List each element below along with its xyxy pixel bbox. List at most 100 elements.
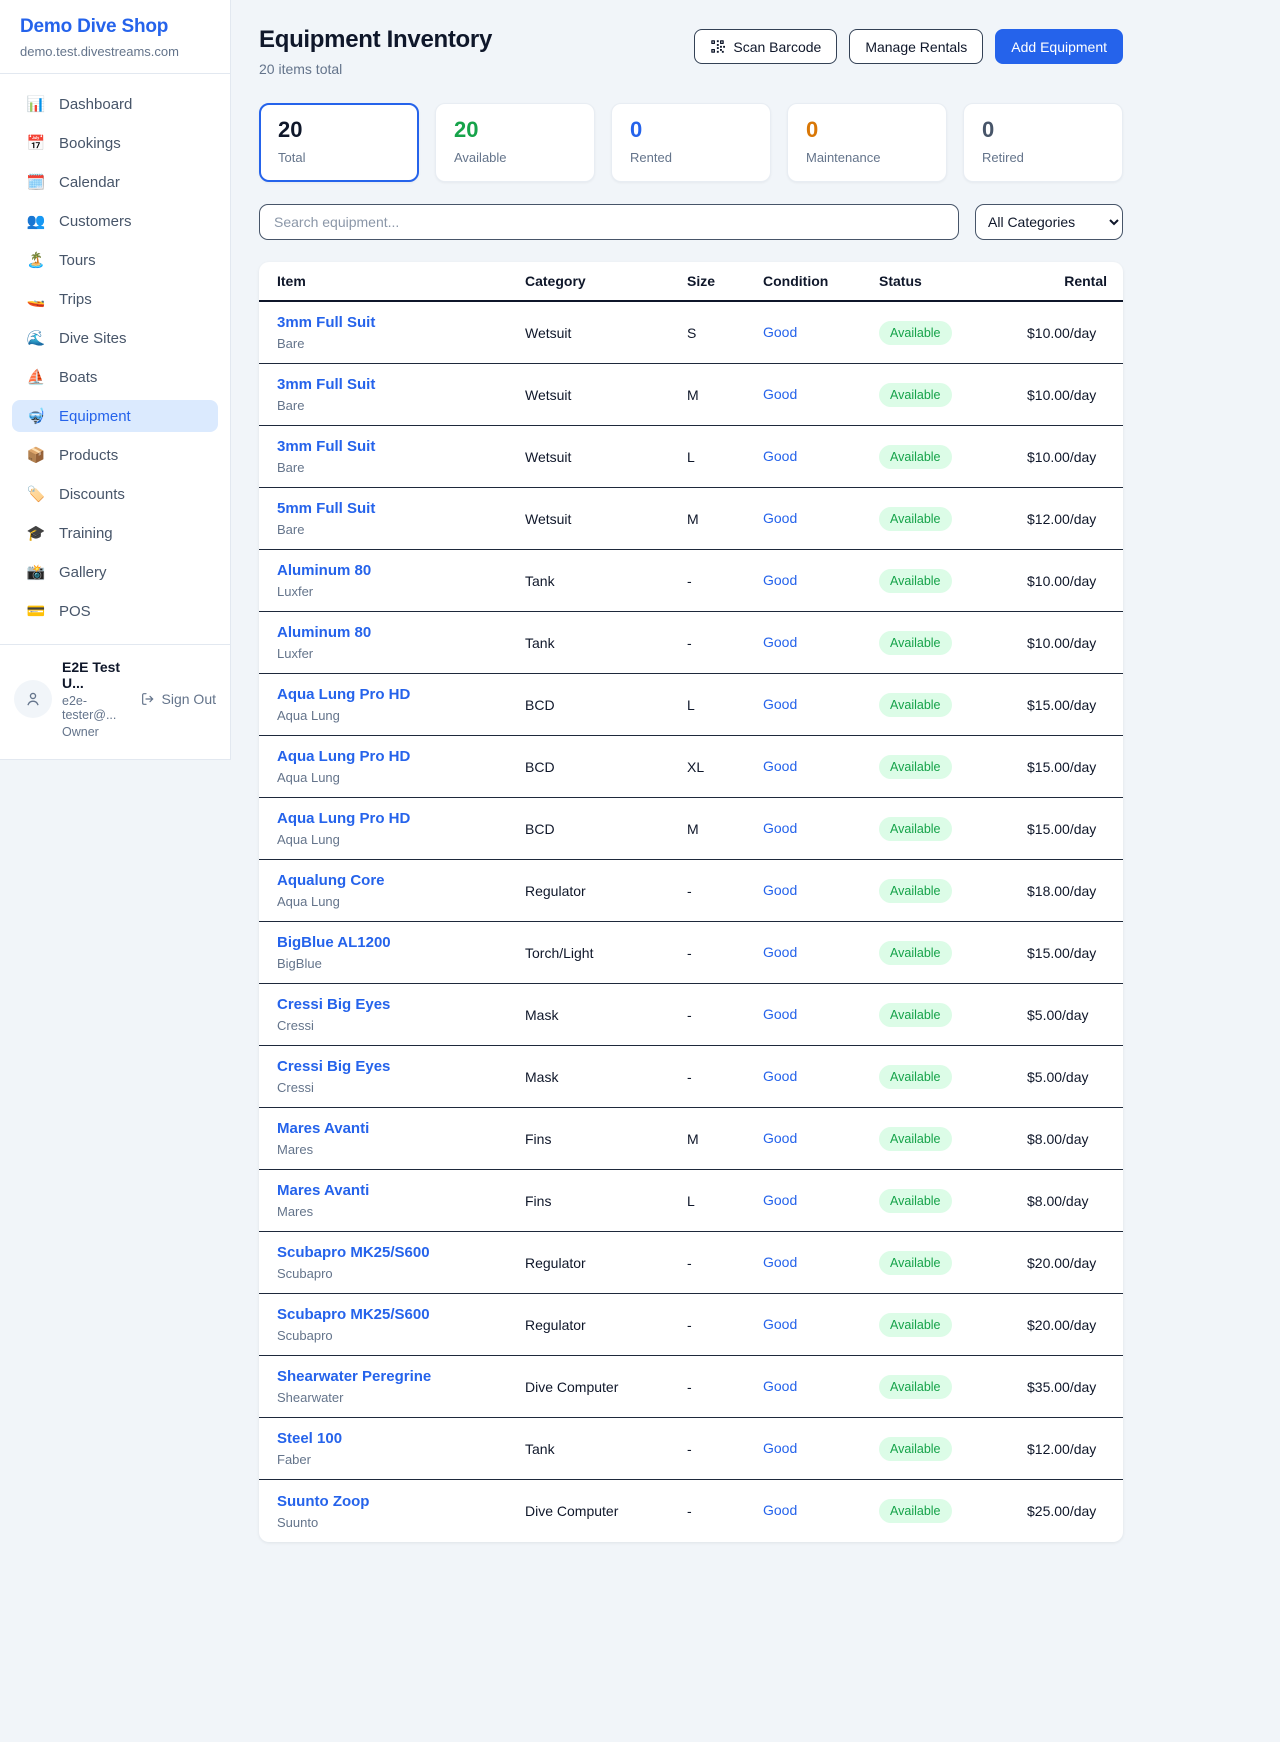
item-condition-link[interactable]: Good bbox=[763, 1316, 797, 1332]
item-brand: Faber bbox=[277, 1452, 525, 1467]
item-link[interactable]: Aluminum 80 bbox=[277, 624, 525, 641]
stat-card-retired[interactable]: 0 Retired bbox=[963, 103, 1123, 182]
sidebar-item-boats[interactable]: ⛵ Boats bbox=[12, 361, 218, 393]
sidebar-item-pos[interactable]: 💳 POS bbox=[12, 595, 218, 627]
item-condition-link[interactable]: Good bbox=[763, 944, 797, 960]
item-link[interactable]: BigBlue AL1200 bbox=[277, 934, 525, 951]
status-badge: Available bbox=[879, 1003, 952, 1027]
sidebar-item-dashboard[interactable]: 📊 Dashboard bbox=[12, 88, 218, 120]
item-condition-link[interactable]: Good bbox=[763, 696, 797, 712]
item-link[interactable]: Steel 100 bbox=[277, 1430, 525, 1447]
item-link[interactable]: Scubapro MK25/S600 bbox=[277, 1306, 525, 1323]
sidebar-item-bookings[interactable]: 📅 Bookings bbox=[12, 127, 218, 159]
item-rental-rate: $20.00/day bbox=[1027, 1317, 1107, 1333]
item-category: Dive Computer bbox=[525, 1379, 687, 1395]
item-brand: Aqua Lung bbox=[277, 770, 525, 785]
sidebar-item-products[interactable]: 📦 Products bbox=[12, 439, 218, 471]
stat-label: Available bbox=[454, 150, 576, 165]
scan-barcode-button[interactable]: Scan Barcode bbox=[694, 29, 837, 64]
sidebar-item-training[interactable]: 🎓 Training bbox=[12, 517, 218, 549]
item-category: Tank bbox=[525, 635, 687, 651]
category-select[interactable]: All Categories bbox=[975, 204, 1123, 240]
table-row: 3mm Full Suit Bare Wetsuit M Good Availa… bbox=[259, 364, 1123, 426]
item-rental-rate: $25.00/day bbox=[1027, 1503, 1107, 1519]
item-link[interactable]: Cressi Big Eyes bbox=[277, 1058, 525, 1075]
item-link[interactable]: Aqua Lung Pro HD bbox=[277, 748, 525, 765]
item-condition-link[interactable]: Good bbox=[763, 386, 797, 402]
item-condition-link[interactable]: Good bbox=[763, 634, 797, 650]
item-condition-link[interactable]: Good bbox=[763, 1068, 797, 1084]
item-link[interactable]: Mares Avanti bbox=[277, 1182, 525, 1199]
item-category: Torch/Light bbox=[525, 945, 687, 961]
table-row: BigBlue AL1200 BigBlue Torch/Light - Goo… bbox=[259, 922, 1123, 984]
item-brand: Aqua Lung bbox=[277, 894, 525, 909]
search-input[interactable] bbox=[259, 204, 959, 240]
sidebar-item-customers[interactable]: 👥 Customers bbox=[12, 205, 218, 237]
stat-card-total[interactable]: 20 Total bbox=[259, 103, 419, 182]
item-link[interactable]: Shearwater Peregrine bbox=[277, 1368, 525, 1385]
item-condition-link[interactable]: Good bbox=[763, 448, 797, 464]
item-condition-link[interactable]: Good bbox=[763, 1378, 797, 1394]
sidebar-item-dive-sites[interactable]: 🌊 Dive Sites bbox=[12, 322, 218, 354]
item-link[interactable]: Aqualung Core bbox=[277, 872, 525, 889]
item-link[interactable]: Aluminum 80 bbox=[277, 562, 525, 579]
table-row: Steel 100 Faber Tank - Good Available $1… bbox=[259, 1418, 1123, 1480]
item-condition-link[interactable]: Good bbox=[763, 758, 797, 774]
item-size: - bbox=[687, 1317, 763, 1333]
stat-card-rented[interactable]: 0 Rented bbox=[611, 103, 771, 182]
sidebar-item-trips[interactable]: 🚤 Trips bbox=[12, 283, 218, 315]
item-condition-link[interactable]: Good bbox=[763, 1440, 797, 1456]
item-link[interactable]: 3mm Full Suit bbox=[277, 314, 525, 331]
add-equipment-button[interactable]: Add Equipment bbox=[995, 29, 1123, 64]
item-link[interactable]: Cressi Big Eyes bbox=[277, 996, 525, 1013]
avatar bbox=[14, 680, 52, 718]
item-brand: Luxfer bbox=[277, 584, 525, 599]
item-link[interactable]: Aqua Lung Pro HD bbox=[277, 810, 525, 827]
item-condition-link[interactable]: Good bbox=[763, 1502, 797, 1518]
item-condition-link[interactable]: Good bbox=[763, 1192, 797, 1208]
item-condition-link[interactable]: Good bbox=[763, 1130, 797, 1146]
user-email: e2e-tester@... bbox=[62, 694, 130, 722]
sidebar-item-tours[interactable]: 🏝️ Tours bbox=[12, 244, 218, 276]
item-category: Mask bbox=[525, 1069, 687, 1085]
manage-rentals-button[interactable]: Manage Rentals bbox=[849, 29, 983, 64]
sidebar-item-equipment[interactable]: 🤿 Equipment bbox=[12, 400, 218, 432]
add-equipment-label: Add Equipment bbox=[1011, 39, 1107, 55]
sign-out-button[interactable]: Sign Out bbox=[140, 691, 216, 707]
item-category: Fins bbox=[525, 1193, 687, 1209]
item-condition-link[interactable]: Good bbox=[763, 572, 797, 588]
item-condition-link[interactable]: Good bbox=[763, 1254, 797, 1270]
brand-block: Demo Dive Shop demo.test.divestreams.com bbox=[0, 0, 230, 74]
item-condition-link[interactable]: Good bbox=[763, 820, 797, 836]
sidebar-item-discounts[interactable]: 🏷️ Discounts bbox=[12, 478, 218, 510]
sidebar-item-gallery[interactable]: 📸 Gallery bbox=[12, 556, 218, 588]
item-link[interactable]: 3mm Full Suit bbox=[277, 376, 525, 393]
stat-value: 0 bbox=[630, 117, 752, 143]
item-condition-link[interactable]: Good bbox=[763, 1006, 797, 1022]
item-link[interactable]: Scubapro MK25/S600 bbox=[277, 1244, 525, 1261]
item-link[interactable]: Mares Avanti bbox=[277, 1120, 525, 1137]
item-condition-link[interactable]: Good bbox=[763, 510, 797, 526]
item-link[interactable]: Aqua Lung Pro HD bbox=[277, 686, 525, 703]
column-header-category: Category bbox=[525, 273, 687, 289]
item-size: - bbox=[687, 883, 763, 899]
item-size: - bbox=[687, 1503, 763, 1519]
bookings-icon: 📅 bbox=[26, 134, 46, 152]
item-link[interactable]: Suunto Zoop bbox=[277, 1493, 525, 1510]
item-link[interactable]: 3mm Full Suit bbox=[277, 438, 525, 455]
stat-card-available[interactable]: 20 Available bbox=[435, 103, 595, 182]
item-condition-link[interactable]: Good bbox=[763, 324, 797, 340]
item-rental-rate: $12.00/day bbox=[1027, 1441, 1107, 1457]
sidebar-item-calendar[interactable]: 🗓️ Calendar bbox=[12, 166, 218, 198]
item-category: Wetsuit bbox=[525, 511, 687, 527]
item-condition-link[interactable]: Good bbox=[763, 882, 797, 898]
user-role: Owner bbox=[62, 725, 130, 739]
sidebar: Demo Dive Shop demo.test.divestreams.com… bbox=[0, 0, 231, 760]
column-header-condition: Condition bbox=[763, 273, 879, 289]
item-link[interactable]: 5mm Full Suit bbox=[277, 500, 525, 517]
item-rental-rate: $8.00/day bbox=[1027, 1193, 1107, 1209]
status-badge: Available bbox=[879, 1127, 952, 1151]
main-content: Equipment Inventory 20 items total bbox=[231, 0, 1124, 1542]
sidebar-item-label: Equipment bbox=[59, 408, 131, 425]
stat-card-maintenance[interactable]: 0 Maintenance bbox=[787, 103, 947, 182]
